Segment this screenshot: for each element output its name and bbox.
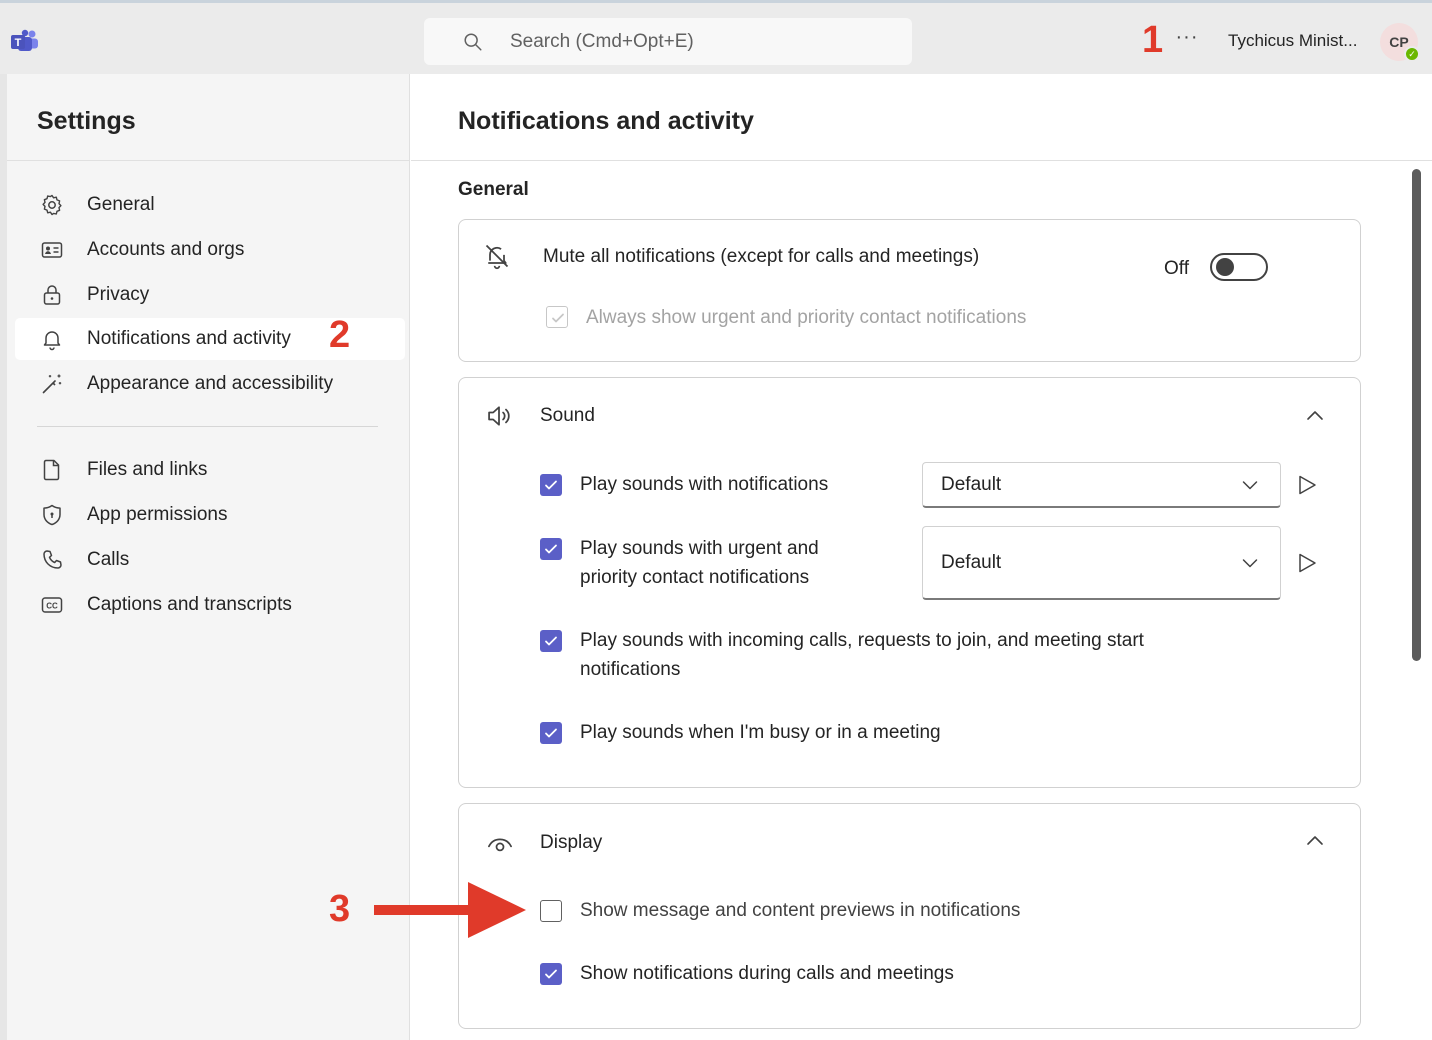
gear-icon — [42, 194, 62, 216]
play-sounds-calls-label-line1: Play sounds with incoming calls, request… — [580, 630, 1144, 651]
shield-icon — [43, 504, 61, 526]
sidebar-item-label: Captions and transcripts — [87, 594, 292, 615]
chevron-down-icon — [1242, 481, 1258, 490]
sidebar-item-accounts[interactable]: Accounts and orgs — [15, 229, 405, 271]
play-sounds-urgent-label-line1: Play sounds with urgent and — [580, 538, 819, 559]
annotation-2: 2 — [329, 314, 351, 356]
more-options-button[interactable]: ··· — [1170, 25, 1204, 55]
show-during-calls-label: Show notifications during calls and meet… — [580, 963, 954, 984]
search-icon — [464, 33, 482, 51]
mute-all-toggle[interactable] — [1210, 253, 1268, 281]
play-sounds-notifications-checkbox[interactable] — [540, 474, 562, 496]
sound-card: Sound Play sounds with notifications Def… — [458, 377, 1361, 788]
sidebar-item-files[interactable]: Files and links — [15, 449, 405, 491]
annotation-arrow-icon — [374, 882, 526, 938]
display-card: Display Show message and content preview… — [458, 803, 1361, 1029]
play-sounds-urgent-label-line2: priority contact notifications — [580, 567, 810, 588]
sidebar-item-label: Privacy — [87, 284, 150, 305]
toggle-state-label: Off — [1164, 258, 1189, 279]
play-icon[interactable] — [1295, 551, 1319, 575]
lock-icon — [43, 285, 61, 305]
magic-wand-icon — [42, 374, 62, 394]
top-bar: T Search (Cmd+Opt+E) 1 ··· Tychicus Mini… — [0, 0, 1432, 74]
sidebar-item-privacy[interactable]: Privacy — [15, 274, 405, 316]
sidebar-item-label: General — [87, 194, 155, 215]
teams-logo-icon[interactable]: T — [10, 29, 40, 53]
sidebar-item-app-permissions[interactable]: App permissions — [15, 494, 405, 536]
section-heading-general: General — [458, 179, 529, 200]
bell-off-icon — [485, 244, 509, 270]
show-during-calls-checkbox[interactable] — [540, 963, 562, 985]
toggle-knob — [1216, 258, 1234, 276]
sidebar-item-label: Notifications and activity — [87, 328, 291, 349]
sidebar-item-label: Files and links — [87, 459, 208, 480]
svg-text:CC: CC — [46, 602, 58, 611]
sidebar-item-label: Appearance and accessibility — [87, 373, 334, 394]
mute-all-label: Mute all notifications (except for calls… — [543, 246, 980, 267]
closed-captions-icon: CC — [41, 597, 63, 613]
chevron-up-icon[interactable] — [1304, 405, 1326, 427]
sidebar-item-calls[interactable]: Calls — [15, 539, 405, 581]
urgent-priority-label: Always show urgent and priority contact … — [586, 307, 1027, 328]
play-icon[interactable] — [1295, 473, 1319, 497]
settings-title: Settings — [37, 107, 136, 135]
search-placeholder: Search (Cmd+Opt+E) — [510, 31, 694, 52]
play-sounds-calls-label-line2: notifications — [580, 659, 681, 680]
mute-notifications-card: Mute all notifications (except for calls… — [458, 219, 1361, 362]
bell-icon — [43, 331, 61, 351]
play-sounds-urgent-checkbox[interactable] — [540, 538, 562, 560]
sidebar-item-label: App permissions — [87, 504, 228, 525]
chevron-up-icon[interactable] — [1304, 830, 1326, 852]
chevron-down-icon — [1242, 559, 1258, 568]
display-title: Display — [540, 832, 603, 853]
document-icon — [43, 459, 60, 481]
contact-card-icon — [41, 242, 63, 258]
divider — [7, 160, 410, 161]
play-sounds-busy-checkbox[interactable] — [540, 722, 562, 744]
user-name[interactable]: Tychicus Minist... — [1228, 31, 1357, 51]
show-previews-label: Show message and content previews in not… — [580, 900, 1021, 921]
scrollbar[interactable] — [1412, 169, 1421, 661]
settings-content: Notifications and activity General Mute … — [411, 74, 1432, 1040]
play-sounds-busy-label: Play sounds when I'm busy or in a meetin… — [580, 722, 941, 743]
page-title: Notifications and activity — [458, 107, 754, 135]
select-value: Default — [941, 474, 1002, 495]
divider — [411, 160, 1432, 161]
sidebar-item-label: Accounts and orgs — [87, 239, 245, 260]
eye-icon — [488, 838, 512, 852]
urgent-priority-checkbox[interactable] — [546, 306, 568, 328]
urgent-sound-select[interactable]: Default — [922, 526, 1281, 600]
sidebar-item-appearance[interactable]: Appearance and accessibility — [15, 363, 405, 405]
select-value: Default — [941, 552, 1002, 573]
play-sounds-notifications-label: Play sounds with notifications — [580, 474, 829, 495]
sidebar-item-captions[interactable]: CC Captions and transcripts — [15, 584, 405, 626]
speaker-icon — [488, 406, 510, 426]
sidebar-item-general[interactable]: General — [15, 184, 405, 226]
play-sounds-calls-checkbox[interactable] — [540, 630, 562, 652]
annotation-1: 1 — [1142, 19, 1164, 61]
sidebar-divider — [37, 426, 378, 427]
sound-title: Sound — [540, 405, 595, 426]
notification-sound-select[interactable]: Default — [922, 462, 1281, 508]
show-previews-checkbox[interactable] — [540, 900, 562, 922]
svg-text:T: T — [15, 37, 22, 49]
presence-available-icon: ✓ — [1404, 46, 1420, 62]
search-input[interactable]: Search (Cmd+Opt+E) — [424, 18, 912, 65]
sidebar-item-label: Calls — [87, 549, 130, 570]
annotation-3: 3 — [329, 888, 351, 930]
phone-icon — [43, 550, 62, 569]
